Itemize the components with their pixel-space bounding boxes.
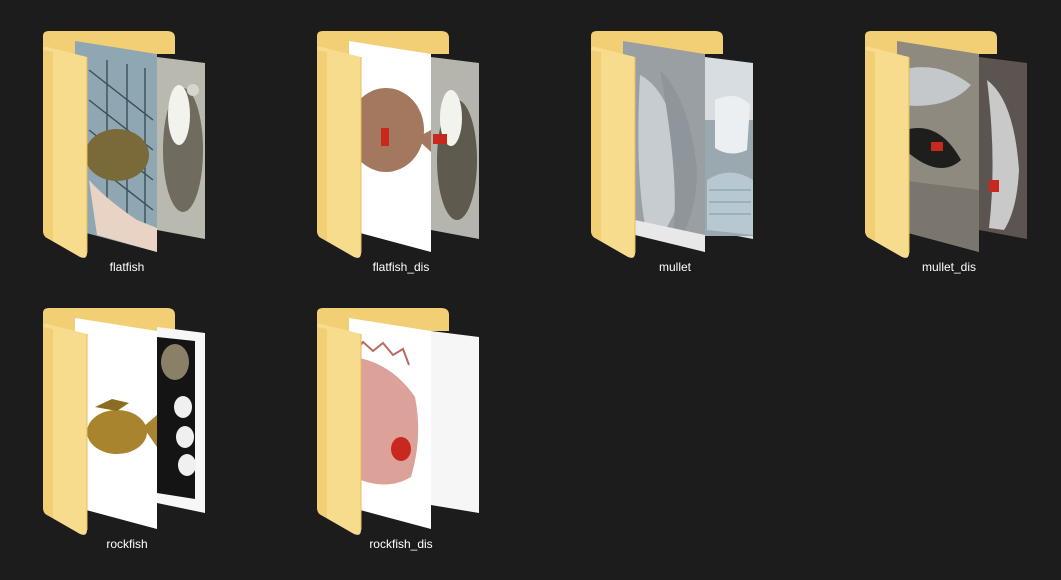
folder-mullet-dis[interactable]: mullet_dis	[839, 30, 1059, 300]
folder-rockfish-dis[interactable]: rockfish_dis	[291, 307, 511, 577]
preview-back-image	[157, 327, 205, 513]
folder-label[interactable]: flatfish	[17, 259, 237, 275]
folder-label[interactable]: rockfish_dis	[291, 536, 511, 552]
folder-label[interactable]: mullet_dis	[839, 259, 1059, 275]
folder-flatfish-dis[interactable]: flatfish_dis	[291, 30, 511, 300]
preview-back-image	[705, 57, 753, 239]
preview-back-image	[157, 57, 205, 239]
preview-back-image	[979, 57, 1027, 239]
folder-label[interactable]: rockfish	[17, 536, 237, 552]
folder-icon	[43, 308, 205, 535]
folder-icon	[317, 31, 479, 258]
preview-back-image	[431, 57, 479, 239]
folder-icon	[43, 31, 205, 258]
folder-label[interactable]: mullet	[565, 259, 785, 275]
folder-mullet[interactable]: mullet	[565, 30, 785, 300]
folder-icon	[591, 31, 753, 258]
folder-icon	[317, 308, 479, 535]
folder-icon	[865, 31, 1027, 258]
preview-back-image	[431, 331, 479, 513]
folder-flatfish[interactable]: flatfish	[17, 30, 237, 300]
folder-label[interactable]: flatfish_dis	[291, 259, 511, 275]
folder-rockfish[interactable]: rockfish	[17, 307, 237, 577]
folder-grid: flatfish flatfish_dis mullet mullet_dis …	[0, 0, 1061, 580]
